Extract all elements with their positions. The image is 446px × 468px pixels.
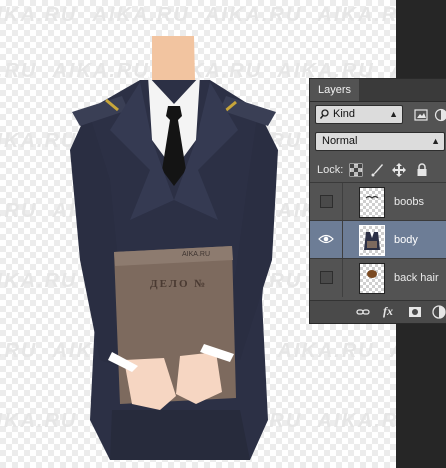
lock-position-icon[interactable] xyxy=(392,163,406,177)
layer-divider xyxy=(342,259,343,297)
visibility-toggle-empty[interactable] xyxy=(320,195,333,208)
search-icon xyxy=(319,106,330,129)
layer-name: body xyxy=(394,234,418,246)
layer-row-back-hair[interactable]: back hair xyxy=(310,258,446,297)
stepper-arrows-icon: ▲ xyxy=(389,109,398,119)
layers-panel: Layers Kind ▲ Normal ▲ Lock: boobs body … xyxy=(309,78,446,324)
tab-layers[interactable]: Layers xyxy=(310,79,360,101)
layer-row-boobs[interactable]: boobs xyxy=(310,182,446,221)
adjustment-icon[interactable] xyxy=(432,305,446,322)
lock-all-icon[interactable] xyxy=(415,163,429,177)
panel-tabbar: Layers xyxy=(310,79,446,102)
layer-name: boobs xyxy=(394,196,424,208)
panel-footer: fx xyxy=(310,300,446,323)
fx-icon[interactable]: fx xyxy=(383,304,393,319)
lock-row: Lock: xyxy=(310,160,446,180)
filter-kind-label: Kind xyxy=(333,108,356,120)
eye-icon[interactable] xyxy=(318,232,334,246)
layer-thumbnail xyxy=(359,263,385,294)
blend-mode-value: Normal xyxy=(322,135,358,147)
image-filter-icon[interactable] xyxy=(414,108,428,122)
lock-image-pixels-icon[interactable] xyxy=(370,163,384,177)
filter-row: Kind ▲ xyxy=(310,105,446,125)
layer-divider xyxy=(342,221,343,259)
layer-thumbnail xyxy=(359,187,385,218)
blend-mode-select[interactable]: Normal ▲ xyxy=(315,132,445,151)
layer-name: back hair xyxy=(394,272,439,284)
mask-icon[interactable] xyxy=(408,305,422,322)
layer-row-body[interactable]: body xyxy=(310,220,446,259)
filter-kind-select[interactable]: Kind ▲ xyxy=(315,105,403,124)
stepper-arrows-icon: ▲ xyxy=(431,136,440,146)
link-icon[interactable] xyxy=(356,305,370,322)
folder-label: ДЕЛО № xyxy=(150,278,208,290)
adjustment-filter-icon[interactable] xyxy=(434,108,446,122)
layer-thumbnail xyxy=(359,225,385,256)
lock-label: Lock: xyxy=(317,164,344,176)
visibility-toggle-empty[interactable] xyxy=(320,271,333,284)
folder-corner-text: AIKA.RU xyxy=(182,251,211,258)
lock-transparent-pixels-icon[interactable] xyxy=(349,163,363,177)
layer-divider xyxy=(342,183,343,221)
